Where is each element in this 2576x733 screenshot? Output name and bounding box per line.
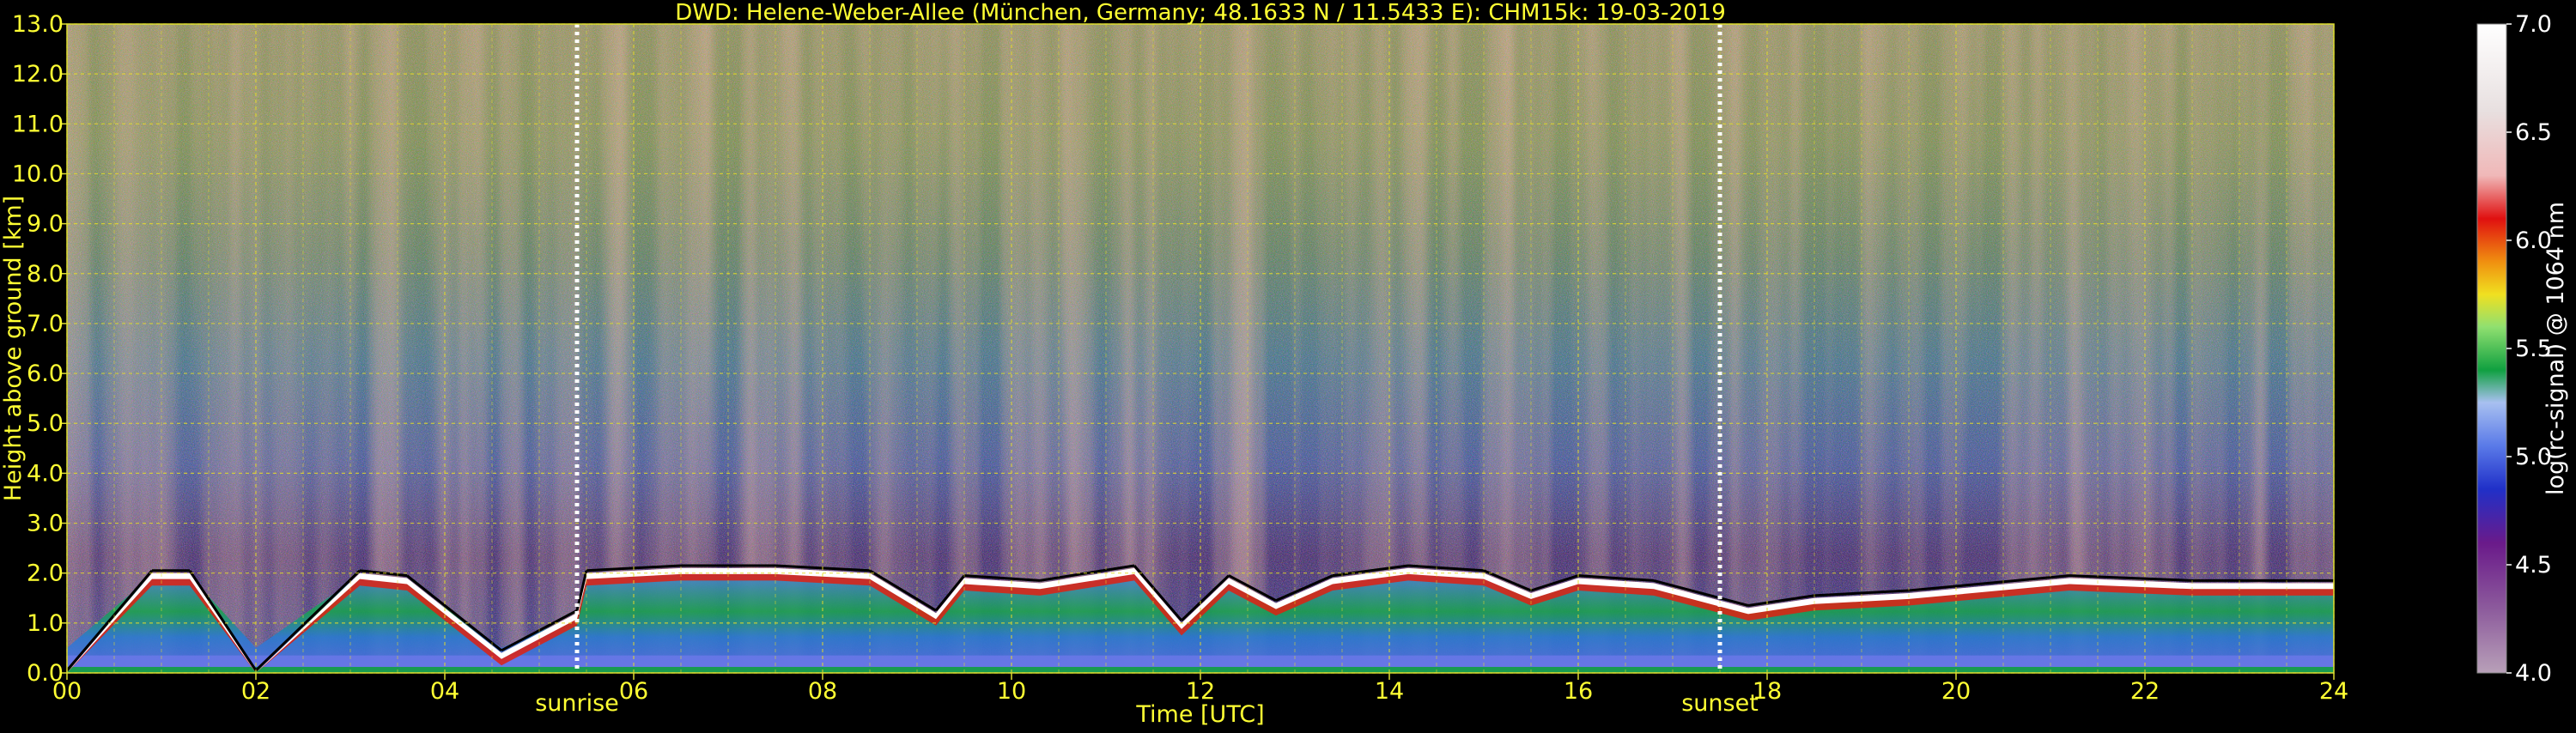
y-axis-label: Height above ground [km] bbox=[0, 196, 27, 501]
y-tick-label: 5.0 bbox=[27, 410, 64, 437]
cloud-segment bbox=[2192, 583, 2334, 590]
y-tick-label: 11.0 bbox=[12, 111, 64, 137]
y-tick-label: 4.0 bbox=[27, 460, 64, 487]
x-axis-ticks: 00 02 04 06 08 10 12 14 16 18 20 22 24 bbox=[52, 673, 2348, 705]
y-tick-label: 13.0 bbox=[12, 11, 64, 38]
y-tick-label: 1.0 bbox=[27, 610, 64, 637]
colorbar-label: log(rc-signal) @ 1064 nm bbox=[2543, 202, 2569, 495]
colorbar-tick-label: 4.0 bbox=[2515, 660, 2552, 687]
cloud-segment bbox=[152, 572, 190, 579]
y-tick-label: 12.0 bbox=[12, 61, 64, 88]
y-tick-label: 7.0 bbox=[27, 311, 64, 337]
annotation-label: sunset bbox=[1681, 690, 1759, 717]
y-tick-label: 9.0 bbox=[27, 211, 64, 238]
x-tick-label: 18 bbox=[1753, 678, 1782, 705]
x-tick-label: 02 bbox=[241, 678, 270, 705]
colorbar: 4.04.55.05.56.06.57.0 bbox=[2476, 11, 2552, 687]
colorbar-tick-label: 7.0 bbox=[2515, 11, 2552, 38]
y-tick-label: 3.0 bbox=[27, 511, 64, 537]
x-tick-label: 04 bbox=[430, 678, 459, 705]
x-tick-label: 06 bbox=[619, 678, 648, 705]
x-tick-label: 24 bbox=[2319, 678, 2348, 705]
chart-title: DWD: Helene-Weber-Allee (München, German… bbox=[675, 0, 1726, 26]
annotation-label: sunrise bbox=[535, 690, 619, 717]
y-tick-label: 0.0 bbox=[27, 660, 64, 687]
colorbar-tick-label: 4.5 bbox=[2515, 552, 2552, 579]
colorbar-bar bbox=[2476, 23, 2507, 674]
x-tick-label: 14 bbox=[1375, 678, 1404, 705]
y-tick-label: 2.0 bbox=[27, 560, 64, 587]
x-tick-label: 20 bbox=[1941, 678, 1971, 705]
y-tick-label: 8.0 bbox=[27, 261, 64, 288]
y-tick-label: 10.0 bbox=[12, 161, 64, 187]
x-axis-label: Time [UTC] bbox=[1135, 701, 1264, 728]
x-tick-label: 22 bbox=[2130, 678, 2160, 705]
y-tick-label: 6.0 bbox=[27, 360, 64, 387]
chart-svg: sunrise sunset 00 02 04 06 08 10 12 14 16 18 20 22 24… bbox=[0, 0, 2569, 728]
ceilometer-chart: sunrise sunset 00 02 04 06 08 10 12 14 16 18 20 22 24… bbox=[0, 0, 2576, 730]
x-tick-label: 10 bbox=[997, 678, 1026, 705]
x-tick-label: 16 bbox=[1564, 678, 1593, 705]
colorbar-tick-label: 6.5 bbox=[2515, 119, 2552, 146]
x-tick-label: 08 bbox=[808, 678, 837, 705]
